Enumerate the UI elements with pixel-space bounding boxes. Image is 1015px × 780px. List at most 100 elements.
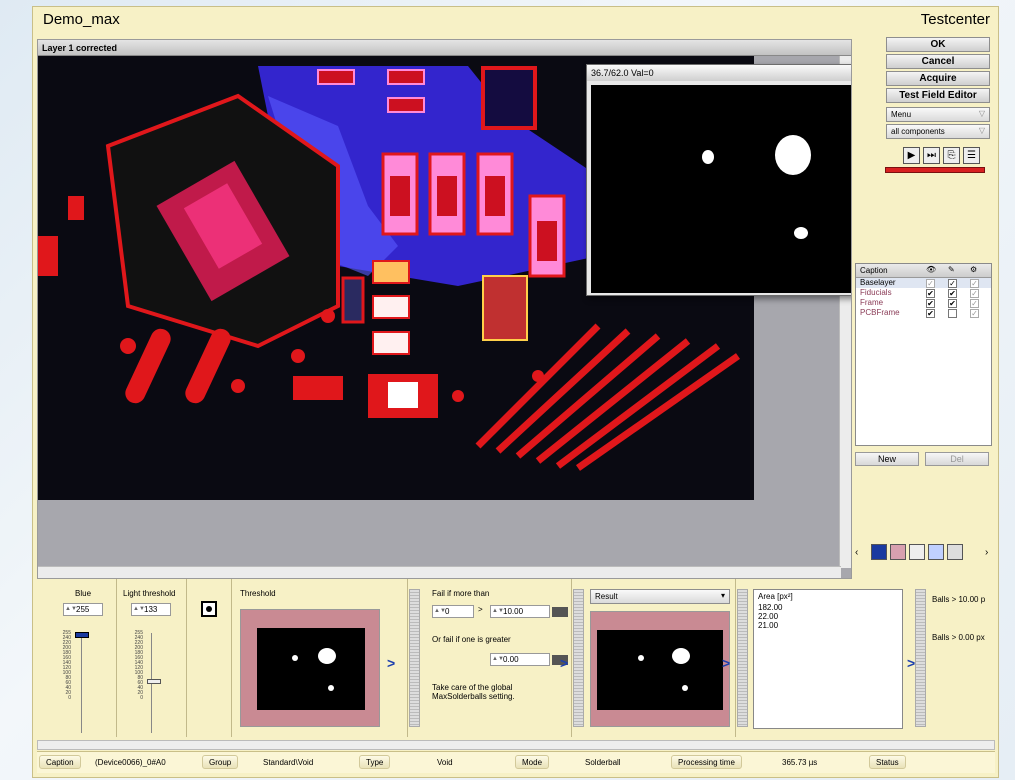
layer-name: Baselayer: [860, 278, 896, 287]
chevron-down-icon: ▽: [978, 126, 985, 135]
target-icon[interactable]: [201, 601, 217, 617]
pane-grip[interactable]: [409, 589, 420, 727]
next-arrow[interactable]: >: [907, 655, 915, 671]
layer-visible-checkbox[interactable]: ✔: [926, 299, 935, 308]
light-threshold-value: 133: [144, 605, 158, 614]
cancel-button[interactable]: Cancel: [886, 54, 990, 69]
monitor-icon[interactable]: [909, 544, 925, 560]
status-mode-value: Solderball: [585, 758, 621, 767]
next-arrow[interactable]: >: [722, 655, 730, 671]
layer-row[interactable]: Baselayer ✓ ✓ ✓: [856, 278, 991, 288]
greater-symbol: >: [478, 605, 483, 614]
area-list[interactable]: Area [px²] 182.00 22.00 21.00: [753, 589, 903, 729]
fast-forward-icon[interactable]: ⏭: [923, 147, 940, 164]
viewport-horizontal-scrollbar[interactable]: [38, 566, 841, 578]
zoom-window-image: [591, 85, 851, 293]
blank-icon[interactable]: [947, 544, 963, 560]
light-threshold-scale: 255 240 220 200 180 160 140 120 100 80 60 40 20 0: [134, 630, 143, 701]
new-layer-button[interactable]: New: [855, 452, 919, 466]
blue-slider-track[interactable]: [81, 633, 82, 733]
spin-arrows-icon: ▲▼: [133, 606, 145, 612]
threshold-label: Threshold: [240, 589, 276, 598]
export-icon[interactable]: ⎘: [943, 147, 960, 164]
zoom-window[interactable]: 36.7/62.0 Val=0 x: [586, 64, 851, 296]
layer-edit-checkbox[interactable]: ✓: [948, 279, 957, 288]
layers-list[interactable]: Caption 👁 ✎ ⚙ Baselayer ✓ ✓ ✓ Fiducials …: [855, 263, 992, 446]
fail-greater-spinner[interactable]: ▲▼ 0.00: [490, 653, 550, 666]
blue-scale: 255 240 220 200 180 160 140 120 100 80 60 40 20 0: [62, 630, 71, 701]
fail-min-spinner[interactable]: ▲▼ 0: [432, 605, 474, 618]
layer-visible-checkbox[interactable]: ✔: [926, 289, 935, 298]
status-bar: Caption (Device0066)_0#A0 Group Standard…: [37, 751, 995, 773]
pane-grip[interactable]: [573, 589, 584, 727]
chevron-right-icon[interactable]: ›: [985, 547, 988, 558]
layer-row[interactable]: Fiducials ✔ ✔ ✓: [856, 288, 991, 298]
layer-name: Fiducials: [860, 288, 892, 297]
layer-visible-checkbox[interactable]: ✓: [926, 279, 935, 288]
layers-header: Caption 👁 ✎ ⚙: [856, 264, 991, 278]
layer-edit-checkbox[interactable]: ✔: [948, 299, 957, 308]
layer-settings-checkbox[interactable]: ✓: [970, 309, 979, 318]
blue-pane: Blue ▲▼ 255 255 240 220 200 180 160 140 120 100 8…: [37, 579, 117, 737]
eye-icon: 👁: [926, 265, 937, 274]
list-icon[interactable]: ☰: [963, 147, 980, 164]
layer-settings-checkbox[interactable]: ✓: [970, 299, 979, 308]
pencil-icon: ✎: [948, 265, 955, 274]
layer-settings-checkbox[interactable]: ✓: [970, 289, 979, 298]
threshold-preview: [240, 609, 380, 727]
acquire-button[interactable]: Acquire: [886, 71, 990, 86]
fail-max-spinner[interactable]: ▲▼ 10.00: [490, 605, 550, 618]
split-view-icon[interactable]: [890, 544, 906, 560]
light-threshold-slider-thumb[interactable]: [147, 679, 161, 684]
components-dropdown[interactable]: all components ▽: [886, 124, 990, 139]
status-group-label: Group: [202, 755, 239, 769]
unit-icon[interactable]: [552, 607, 568, 617]
layer-row[interactable]: Frame ✔ ✔ ✓: [856, 298, 991, 308]
delete-layer-button[interactable]: Del: [925, 452, 989, 466]
status-mode-label: Mode: [515, 755, 550, 769]
layer-row[interactable]: PCBFrame ✔ ✓: [856, 308, 991, 318]
layer-edit-checkbox[interactable]: ✔: [948, 289, 957, 298]
layer-name: Frame: [860, 298, 884, 307]
list-item[interactable]: 21.00: [754, 621, 902, 630]
layer-visible-checkbox[interactable]: ✔: [926, 309, 935, 318]
status-type-label: Type: [359, 755, 391, 769]
result-preview: [590, 611, 730, 727]
threshold-pane: Threshold >: [232, 579, 408, 737]
balls-rule-1: Balls > 10.00 p: [932, 595, 986, 604]
blue-slider-thumb[interactable]: [75, 632, 89, 638]
list-item[interactable]: 22.00: [754, 612, 902, 621]
play-icon[interactable]: ▶: [903, 147, 920, 164]
zoom-window-titlebar[interactable]: 36.7/62.0 Val=0 x: [587, 65, 851, 81]
next-arrow[interactable]: >: [560, 655, 568, 671]
pane-grip[interactable]: [915, 589, 926, 727]
window-title: Demo_max: [43, 11, 120, 28]
test-field-editor-button[interactable]: Test Field Editor: [886, 88, 990, 103]
light-threshold-pane: Light threshold ▲▼ 133 255 240 220 200 180 16…: [117, 579, 187, 737]
image-viewport[interactable]: Layer 1 corrected 36.7/62.0 Val=0: [37, 39, 852, 579]
layer-settings-checkbox[interactable]: ✓: [970, 279, 979, 288]
layer-name: PCBFrame: [860, 308, 900, 317]
pane-grip[interactable]: [737, 589, 748, 727]
app-name: Testcenter: [920, 11, 990, 28]
status-time-value: 365.73 µs: [782, 758, 818, 767]
chevron-left-icon[interactable]: ‹: [855, 547, 858, 558]
menu-dropdown[interactable]: Menu ▽: [886, 107, 990, 122]
print-icon[interactable]: [928, 544, 944, 560]
blue-spinner[interactable]: ▲▼ 255: [63, 603, 103, 616]
spin-arrows-icon: ▲▼: [65, 606, 77, 612]
blue-value: 255: [76, 605, 90, 614]
fail-greater-value: 0.00: [503, 655, 519, 664]
view-mode-icon[interactable]: [871, 544, 887, 560]
fail-label: Fail if more than: [432, 589, 490, 598]
next-arrow[interactable]: >: [387, 655, 395, 671]
parameter-horizontal-scrollbar[interactable]: [37, 740, 995, 750]
status-time-label: Processing time: [671, 755, 742, 769]
list-item[interactable]: 182.00: [754, 603, 902, 612]
status-type-value: Void: [437, 758, 453, 767]
ok-button[interactable]: OK: [886, 37, 990, 52]
fail-max-value: 10.00: [503, 607, 524, 616]
result-dropdown[interactable]: Result ▾: [590, 589, 730, 604]
light-threshold-spinner[interactable]: ▲▼ 133: [131, 603, 171, 616]
layer-edit-checkbox[interactable]: [948, 309, 957, 318]
